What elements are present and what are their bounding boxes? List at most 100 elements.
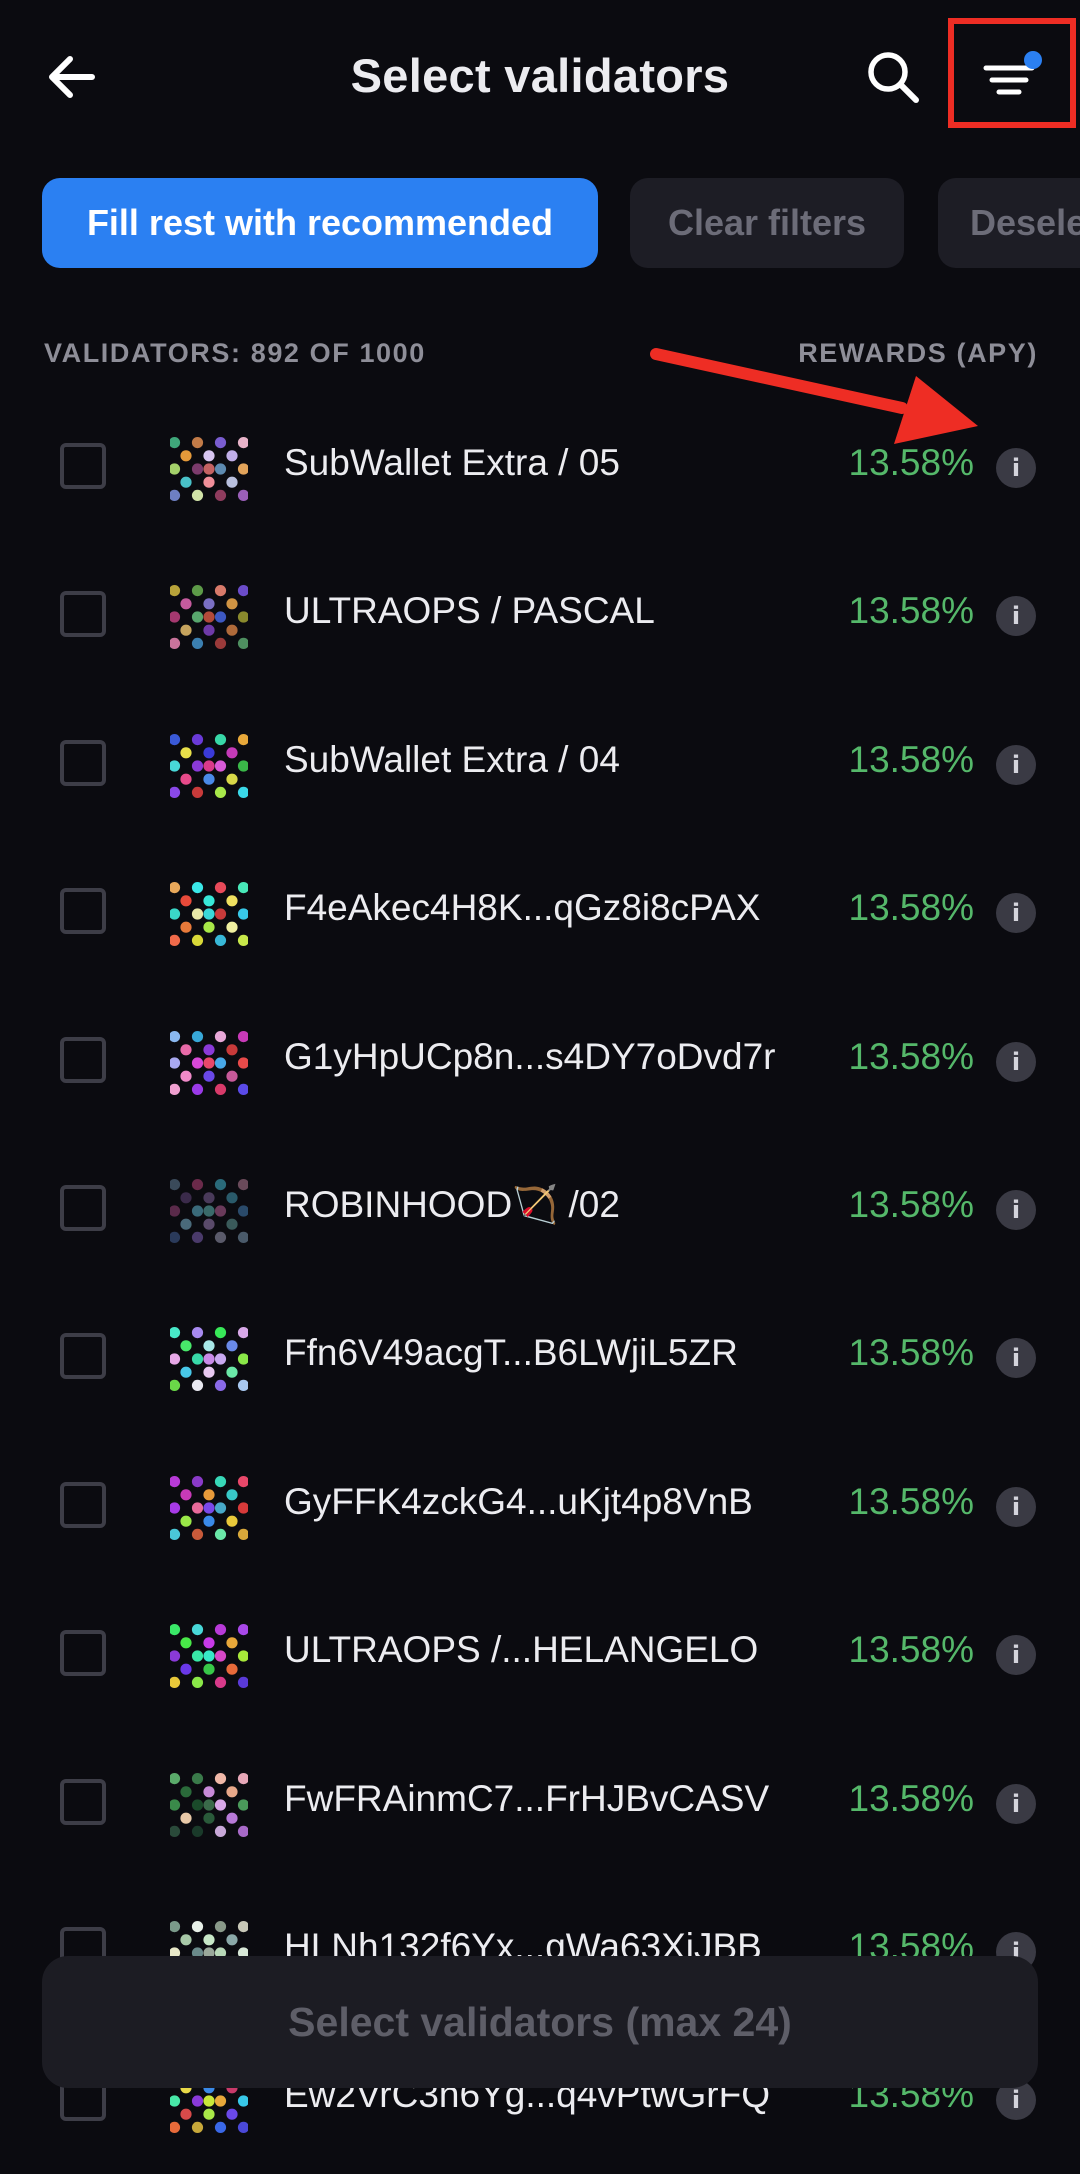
identicon-dot bbox=[180, 2108, 192, 2121]
validator-row[interactable]: ULTRAOPS /...HELANGELO 13.58% i bbox=[0, 1581, 1080, 1729]
identicon-dot bbox=[191, 760, 204, 772]
identicon-dot bbox=[203, 1192, 215, 1204]
identicon-dot bbox=[203, 1502, 215, 1514]
validator-apy: 13.58% bbox=[848, 1035, 975, 1077]
validator-row[interactable]: F4eAkec4H8K...qGz8i8cPAX 13.58% i bbox=[0, 839, 1080, 987]
validator-row[interactable]: Ffn6V49acgT...B6LWjiL5ZR 13.58% i bbox=[0, 1284, 1080, 1432]
identicon-dot bbox=[170, 786, 181, 798]
fill-recommended-button[interactable]: Fill rest with recommended bbox=[42, 178, 598, 268]
identicon-dot bbox=[203, 1366, 215, 1379]
identicon-dot bbox=[191, 1056, 204, 1069]
identicon-dot bbox=[214, 1502, 227, 1514]
identicon-dot bbox=[191, 1475, 204, 1487]
identicon-dot bbox=[203, 598, 215, 610]
validator-checkbox[interactable] bbox=[60, 1333, 106, 1380]
identicon-dot bbox=[180, 773, 192, 785]
info-icon[interactable]: i bbox=[996, 893, 1036, 934]
identicon-dot bbox=[191, 1650, 204, 1662]
validator-checkbox[interactable] bbox=[60, 591, 106, 638]
identicon-dot bbox=[203, 1650, 215, 1662]
validator-name: G1yHpUCp8n...s4DY7oDvd7r bbox=[284, 1035, 776, 1077]
filter-button[interactable] bbox=[948, 18, 1076, 128]
identicon-dot bbox=[237, 1624, 248, 1636]
validator-checkbox[interactable] bbox=[60, 1185, 106, 1231]
identicon-dot bbox=[203, 773, 215, 785]
identicon-dot bbox=[180, 1663, 192, 1675]
validator-row[interactable]: ROBINHOOD🏹 /02 13.58% i bbox=[0, 1136, 1080, 1284]
validator-checkbox[interactable] bbox=[60, 443, 106, 489]
clear-filters-button[interactable]: Clear filters bbox=[630, 178, 904, 268]
identicon-dot bbox=[203, 1663, 215, 1675]
identicon-dot bbox=[203, 1353, 215, 1365]
identicon-dot bbox=[237, 1231, 248, 1243]
identicon-dot bbox=[170, 733, 181, 745]
identicon-dot bbox=[237, 1798, 248, 1811]
identicon-dot bbox=[214, 733, 227, 745]
identicon-dot bbox=[191, 2095, 204, 2107]
validator-checkbox[interactable] bbox=[60, 1630, 106, 1677]
validator-checkbox[interactable] bbox=[60, 1778, 106, 1825]
identicon-dot bbox=[226, 921, 238, 933]
identicon-dot bbox=[203, 1056, 215, 1069]
info-icon[interactable]: i bbox=[996, 1338, 1036, 1379]
identicon-dot bbox=[180, 1192, 192, 1204]
identicon-dot bbox=[170, 1083, 181, 1095]
validator-row[interactable]: SubWallet Extra / 04 13.58% i bbox=[0, 691, 1080, 839]
info-icon[interactable]: i bbox=[996, 448, 1036, 488]
validator-row[interactable]: G1yHpUCp8n...s4DY7oDvd7r 13.58% i bbox=[0, 988, 1080, 1136]
search-button[interactable] bbox=[862, 46, 924, 108]
validator-checkbox[interactable] bbox=[60, 739, 106, 786]
info-icon[interactable]: i bbox=[996, 596, 1036, 637]
identicon-dot bbox=[226, 1663, 238, 1675]
info-icon[interactable]: i bbox=[996, 1190, 1036, 1230]
identicon-dot bbox=[226, 1192, 238, 1204]
identicon-dot bbox=[170, 1030, 181, 1042]
identicon-dot bbox=[237, 1772, 248, 1784]
identicon-dot bbox=[180, 1366, 192, 1379]
identicon-dot bbox=[203, 624, 215, 637]
validator-row[interactable]: GyFFK4zckG4...uKjt4p8VnB 13.58% i bbox=[0, 1433, 1080, 1581]
identicon-dot bbox=[226, 746, 238, 759]
identicon-dot bbox=[180, 1812, 192, 1824]
identicon-dot bbox=[180, 1785, 192, 1797]
identicon-dot bbox=[191, 1353, 204, 1365]
identicon-dot bbox=[203, 1218, 215, 1230]
info-icon[interactable]: i bbox=[996, 744, 1036, 785]
identicon-dot bbox=[180, 921, 192, 933]
validator-row[interactable]: FwFRAinmC7...FrHJBvCASV 13.58% i bbox=[0, 1730, 1080, 1878]
identicon-dot bbox=[226, 1488, 238, 1501]
identicon-dot bbox=[214, 611, 227, 623]
identicon-dot bbox=[170, 1380, 181, 1392]
identicon-dot bbox=[191, 1327, 204, 1339]
identicon-dot bbox=[237, 908, 248, 920]
identicon-dot bbox=[237, 1502, 248, 1514]
validator-checkbox[interactable] bbox=[60, 1036, 106, 1083]
identicon-dot bbox=[191, 437, 204, 449]
validator-count: VALIDATORS: 892 OF 1000 bbox=[44, 338, 426, 368]
identicon-dot bbox=[170, 1624, 181, 1636]
deselect-button[interactable]: Desele bbox=[938, 178, 1080, 268]
validator-row[interactable]: ULTRAOPS / PASCAL 13.58% i bbox=[0, 542, 1080, 690]
validator-apy: 13.58% bbox=[848, 1629, 975, 1671]
identicon-dot bbox=[226, 1340, 238, 1352]
info-icon[interactable]: i bbox=[996, 1486, 1036, 1527]
identicon-dot bbox=[237, 463, 248, 475]
identicon-dot bbox=[226, 895, 238, 907]
validator-name: FwFRAinmC7...FrHJBvCASV bbox=[284, 1777, 770, 1819]
annotation-arrow-icon bbox=[650, 348, 978, 444]
filter-active-dot bbox=[1024, 51, 1042, 69]
identicon-dot bbox=[237, 882, 248, 894]
info-icon[interactable]: i bbox=[996, 1635, 1036, 1676]
identicon-dot bbox=[180, 598, 192, 610]
identicon-dot bbox=[170, 638, 181, 650]
identicon-dot bbox=[237, 1030, 248, 1042]
identicon-dot bbox=[170, 1528, 181, 1540]
info-icon[interactable]: i bbox=[996, 1041, 1036, 1082]
identicon-dot bbox=[214, 908, 227, 920]
validator-checkbox[interactable] bbox=[60, 1481, 106, 1528]
identicon-dot bbox=[170, 1676, 181, 1689]
info-icon[interactable]: i bbox=[996, 1783, 1036, 1824]
validator-checkbox[interactable] bbox=[60, 888, 106, 935]
identicon-dot bbox=[214, 489, 227, 501]
select-validators-button[interactable]: Select validators (max 24) bbox=[42, 1956, 1038, 2088]
